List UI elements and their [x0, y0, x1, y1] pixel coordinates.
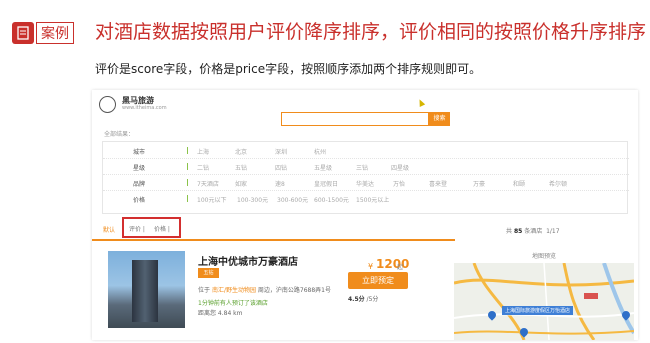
filter-option[interactable]: 希尔顿	[549, 179, 567, 188]
book-now-button[interactable]: 立即预定	[348, 272, 408, 289]
filter-option[interactable]: 深圳	[275, 147, 287, 156]
address-rest: 周边，沪南公路7688弄1号	[257, 287, 331, 294]
filter-divider	[187, 179, 188, 186]
filter-option[interactable]: 北京	[235, 147, 247, 156]
hotel-name[interactable]: 上海中优城市万豪酒店	[198, 253, 298, 268]
sort-price-tab[interactable]: 价格 |	[154, 224, 170, 233]
filter-option[interactable]: 100-300元	[237, 195, 268, 204]
price-suffix: 起	[397, 264, 404, 271]
filter-option[interactable]: 五钻	[235, 163, 247, 172]
all-results-label: 全部结果：	[104, 131, 135, 138]
price-currency: ¥	[368, 262, 374, 271]
filter-option[interactable]: 上海	[197, 147, 209, 156]
page-indicator: 1/17	[546, 228, 560, 235]
filter-option[interactable]: 7天酒店	[197, 179, 219, 188]
filter-row-city: 城市 上海 北京 深圳 杭州	[103, 144, 629, 159]
filter-option[interactable]: 华美达	[356, 179, 374, 188]
result-count-suffix: 条酒店	[524, 228, 543, 235]
filter-divider	[187, 195, 188, 202]
sort-default-tab[interactable]: 默认	[103, 225, 115, 234]
filter-divider	[187, 163, 188, 170]
sort-divider	[92, 239, 455, 241]
address-area-link[interactable]: 南汇/野生动物园	[212, 287, 256, 294]
filter-option[interactable]: 三钻	[356, 163, 368, 172]
filter-option[interactable]: 300-600元	[277, 195, 308, 204]
filter-row-star: 星级 二钻 五钻 四钻 五星级 三钻 四星级	[103, 160, 629, 175]
search-input[interactable]	[281, 112, 429, 126]
website-screenshot: 黑马旅游 www.itheima.com 搜索 全部结果： 城市 上海 北京 深…	[92, 90, 638, 340]
filter-row-price: 价格 100元以下 100-300元 300-600元 600-1500元 15…	[103, 192, 629, 206]
mouse-cursor-icon	[416, 98, 426, 107]
hotel-address: 位于 南汇/野生动物园 周边，沪南公路7688弄1号	[198, 285, 331, 294]
filter-option[interactable]: 万豪	[473, 179, 485, 188]
filter-option[interactable]: 五星级	[314, 163, 332, 172]
result-count-number: 85	[513, 228, 523, 235]
map-hotel-label[interactable]: 上海国际旅游度假区万怡酒店	[502, 306, 574, 315]
search-button[interactable]: 搜索	[429, 112, 450, 126]
filter-option[interactable]: 二钻	[197, 163, 209, 172]
score-value: 4.5分	[348, 296, 365, 303]
filter-label: 价格	[133, 197, 146, 204]
case-tag: 案例	[36, 22, 74, 44]
hotel-price: 1200	[376, 257, 410, 271]
hotel-score: 4.5分 /5分	[348, 294, 378, 303]
filter-option[interactable]: 喜来登	[429, 179, 447, 188]
filter-option[interactable]: 100元以下	[197, 195, 226, 204]
filter-label: 城市	[133, 149, 146, 156]
map-preview-title: 地图预览	[532, 253, 557, 260]
filter-option[interactable]: 1500元以上	[356, 195, 389, 204]
filter-option[interactable]: 四星级	[391, 163, 409, 172]
filter-option[interactable]: 和颐	[513, 179, 525, 188]
sort-rating-tab[interactable]: 评价 |	[129, 224, 145, 233]
score-suffix: /5分	[364, 296, 379, 303]
filter-label: 星级	[133, 165, 146, 172]
filter-label: 品牌	[133, 181, 146, 188]
filter-option[interactable]: 皇冠假日	[314, 179, 338, 188]
address-prefix: 位于	[198, 287, 211, 294]
filter-divider	[187, 147, 188, 154]
filter-panel: 城市 上海 北京 深圳 杭州 星级 二钻 五钻 四钻 五星级 三钻 四星级 品牌…	[102, 141, 629, 214]
filter-option[interactable]: 万怡	[393, 179, 405, 188]
slide-title: 对酒店数据按照用户评价降序排序，评价相同的按照价格升序排序	[95, 21, 647, 43]
filter-row-brand: 品牌 7天酒店 如家 速8 皇冠假日 华美达 万怡 喜来登 万豪 和颐 希尔顿	[103, 176, 629, 191]
filter-option[interactable]: 速8	[275, 179, 285, 188]
filter-option[interactable]: 600-1500元	[314, 195, 349, 204]
slide-subtitle: 评价是score字段，价格是price字段，按照顺序添加两个排序规则即可。	[95, 62, 482, 76]
logo-icon	[99, 96, 116, 113]
hotel-star-badge: 五钻	[198, 268, 219, 278]
hotel-distance: 距离您 4.84 km	[198, 310, 243, 317]
filter-option[interactable]: 杭州	[314, 147, 326, 156]
filter-option[interactable]: 如家	[235, 179, 247, 188]
hotel-building-shape	[132, 260, 158, 322]
result-count-prefix: 共	[506, 228, 513, 235]
result-count: 共 85 条酒店 1/17	[506, 226, 560, 235]
filter-option[interactable]: 四钻	[275, 163, 287, 172]
recent-booking-text: 1分钟前有人预订了该酒店	[198, 300, 268, 307]
site-url: www.itheima.com	[122, 105, 167, 111]
case-icon	[12, 22, 34, 44]
map-preview[interactable]	[454, 263, 634, 340]
